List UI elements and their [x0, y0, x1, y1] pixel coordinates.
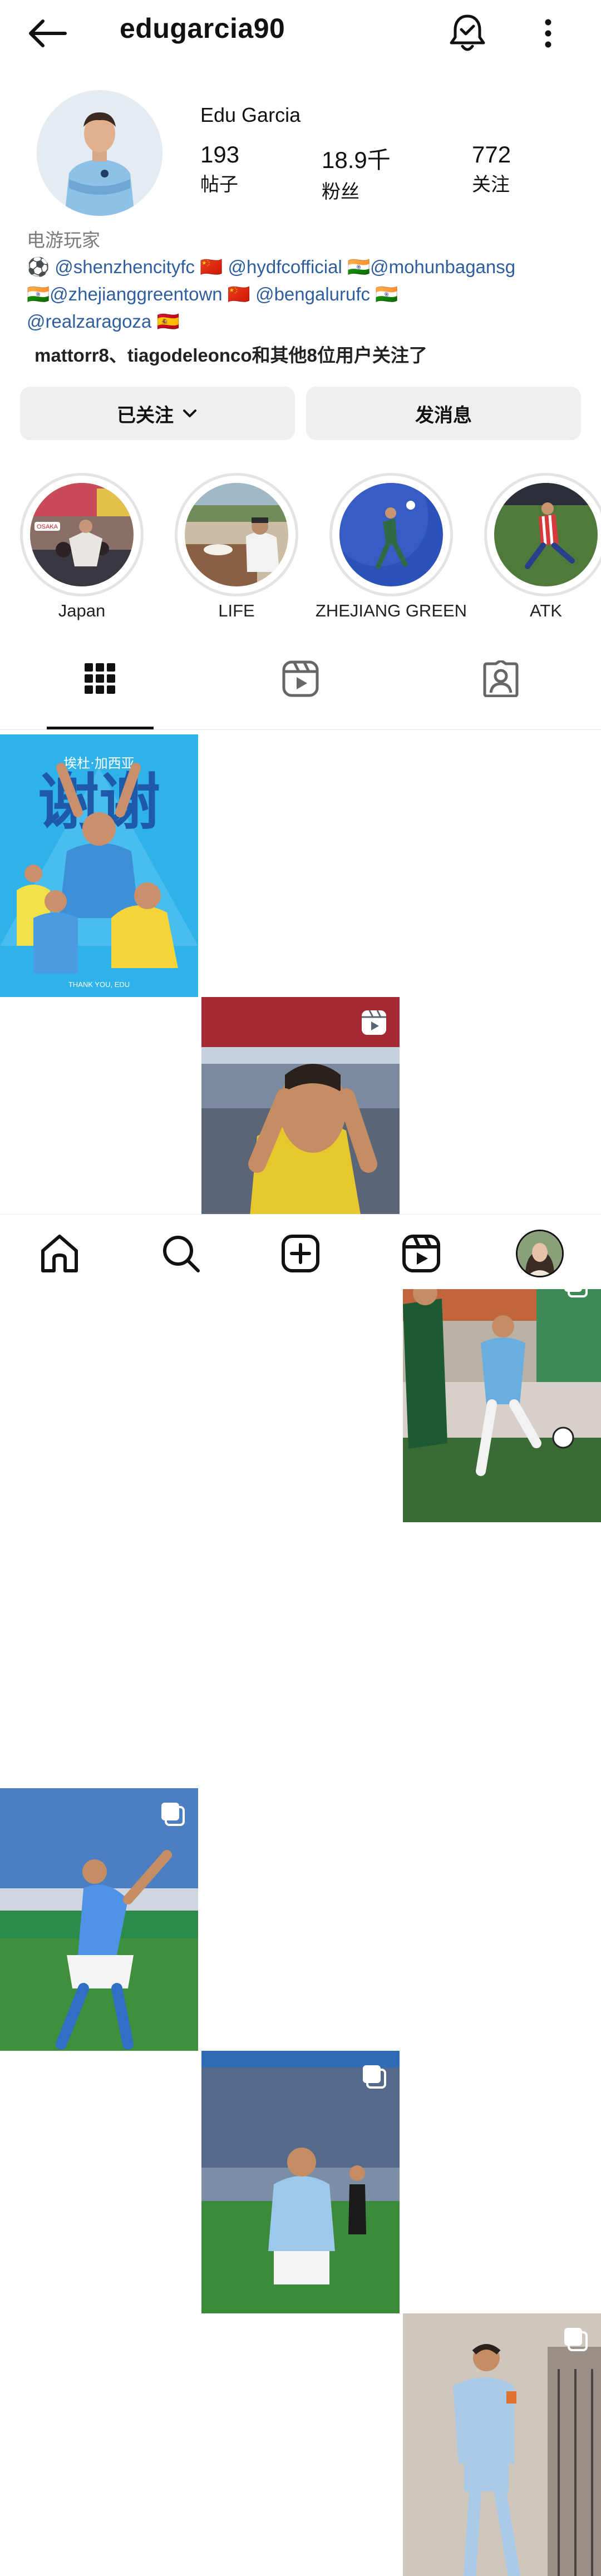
- profile-category: 电游玩家: [27, 227, 100, 254]
- reel-badge-icon: [362, 1010, 386, 1035]
- highlight-thumbnail: OSAKA: [30, 483, 134, 586]
- osaka-sign-text: OSAKA: [37, 524, 58, 530]
- highlight-life[interactable]: LIFE: [175, 473, 298, 620]
- highlight-atk[interactable]: ATK: [484, 473, 601, 620]
- following-label: 已关注: [117, 404, 174, 426]
- mention-bengalurufc[interactable]: @bengalurufc: [255, 284, 370, 304]
- active-tab-indicator: [47, 727, 154, 729]
- mention-zhejianggreentown[interactable]: @zhejianggreentown: [50, 284, 223, 304]
- highlight-japan[interactable]: OSAKA Japan: [20, 473, 144, 620]
- followers-label: 粉丝: [322, 181, 359, 203]
- mention-mohunbagansg[interactable]: @mohunbagansg: [370, 256, 515, 277]
- stat-followers[interactable]: 18.9千 粉丝: [322, 141, 391, 204]
- display-name: Edu Garcia: [200, 103, 301, 126]
- highlight-label: Japan: [58, 601, 106, 620]
- notifications-bell-button[interactable]: [445, 10, 490, 57]
- nav-search[interactable]: [156, 1228, 206, 1279]
- carousel-badge-icon: [564, 2328, 588, 2351]
- bio-line-1: ⚽ @shenzhencityfc 🇨🇳 @hydfcofficial 🇮🇳@m…: [27, 254, 515, 280]
- highlight-thumbnail: [494, 483, 598, 586]
- flag-emoji: 🇮🇳: [27, 284, 50, 304]
- tab-tagged[interactable]: [467, 645, 534, 712]
- highlight-label: ATK: [530, 601, 562, 620]
- profile-avatar[interactable]: [37, 90, 162, 216]
- post-tile[interactable]: 埃杜·加西亚 谢谢 THANK YOU, EDU: [0, 734, 198, 997]
- category-label: 电游玩家: [27, 230, 100, 250]
- flag-emoji: 🇪🇸: [156, 311, 180, 332]
- following-button[interactable]: 已关注: [20, 387, 295, 440]
- tagged-person-icon: [483, 660, 519, 697]
- mention-hydfcofficial[interactable]: @hydfcofficial: [228, 256, 342, 277]
- highlight-zhejiang-green[interactable]: ZHEJIANG GREEN: [316, 473, 467, 620]
- reels-icon: [282, 660, 319, 697]
- mention-shenzhencityfc[interactable]: @shenzhencityfc: [55, 256, 195, 277]
- tab-divider: [0, 729, 601, 730]
- posts-label: 帖子: [200, 174, 238, 195]
- avatar-photo: [37, 90, 162, 216]
- bio-line-3: @realzaragoza 🇪🇸: [27, 308, 180, 335]
- post-tile[interactable]: [403, 2313, 601, 2576]
- flag-emoji: 🇨🇳: [200, 256, 223, 277]
- nav-reels[interactable]: [396, 1228, 446, 1279]
- highlight-label: LIFE: [218, 601, 255, 620]
- nav-create[interactable]: [275, 1228, 326, 1279]
- stat-following[interactable]: 772 关注: [472, 141, 511, 196]
- stat-posts[interactable]: 193 帖子: [200, 141, 239, 196]
- message-button[interactable]: 发消息: [306, 387, 581, 440]
- tab-reels[interactable]: [267, 645, 334, 712]
- more-vertical-icon: [545, 19, 551, 48]
- following-label: 关注: [472, 174, 510, 195]
- highlight-label: ZHEJIANG GREEN: [315, 601, 467, 620]
- nav-profile[interactable]: [515, 1228, 565, 1279]
- message-label: 发消息: [415, 404, 472, 426]
- followers-count: 18.9千: [322, 147, 391, 173]
- bell-check-icon: [450, 14, 485, 51]
- flag-emoji: 🇮🇳: [375, 284, 398, 304]
- profile-avatar-small: [516, 1230, 564, 1277]
- back-arrow-icon: [29, 19, 67, 47]
- soccer-ball-emoji: ⚽: [27, 256, 50, 277]
- followed-by-text[interactable]: mattorr8、tiagodeleonco和其他8位用户关注了: [35, 340, 427, 367]
- flag-emoji: 🇨🇳: [227, 284, 250, 304]
- home-icon: [41, 1235, 78, 1272]
- posts-count: 193: [200, 141, 240, 167]
- carousel-badge-icon: [363, 2065, 386, 2089]
- highlight-thumbnail: [339, 483, 443, 586]
- post-tile[interactable]: [403, 1260, 601, 1522]
- post-caption-bottom: THANK YOU, EDU: [68, 980, 130, 989]
- following-count: 772: [472, 141, 511, 167]
- flag-emoji: 🇮🇳: [347, 256, 371, 277]
- grid-icon: [85, 663, 115, 694]
- search-icon: [163, 1236, 200, 1272]
- tab-posts-grid[interactable]: [67, 645, 134, 712]
- mention-realzaragoza[interactable]: @realzaragoza: [27, 311, 151, 332]
- reels-icon: [402, 1235, 440, 1272]
- chevron-down-icon: [183, 409, 196, 417]
- post-tile[interactable]: [201, 2051, 400, 2313]
- carousel-badge-icon: [161, 1803, 185, 1826]
- highlight-thumbnail: [185, 483, 288, 586]
- more-options-button[interactable]: [531, 11, 565, 56]
- post-tile[interactable]: [0, 1788, 198, 2051]
- profile-username: edugarcia90: [120, 13, 285, 44]
- bio-line-2: 🇮🇳@zhejianggreentown 🇨🇳 @bengalurufc 🇮🇳: [27, 281, 398, 308]
- nav-home[interactable]: [35, 1228, 85, 1279]
- create-plus-icon: [282, 1235, 319, 1272]
- back-button[interactable]: [22, 11, 72, 56]
